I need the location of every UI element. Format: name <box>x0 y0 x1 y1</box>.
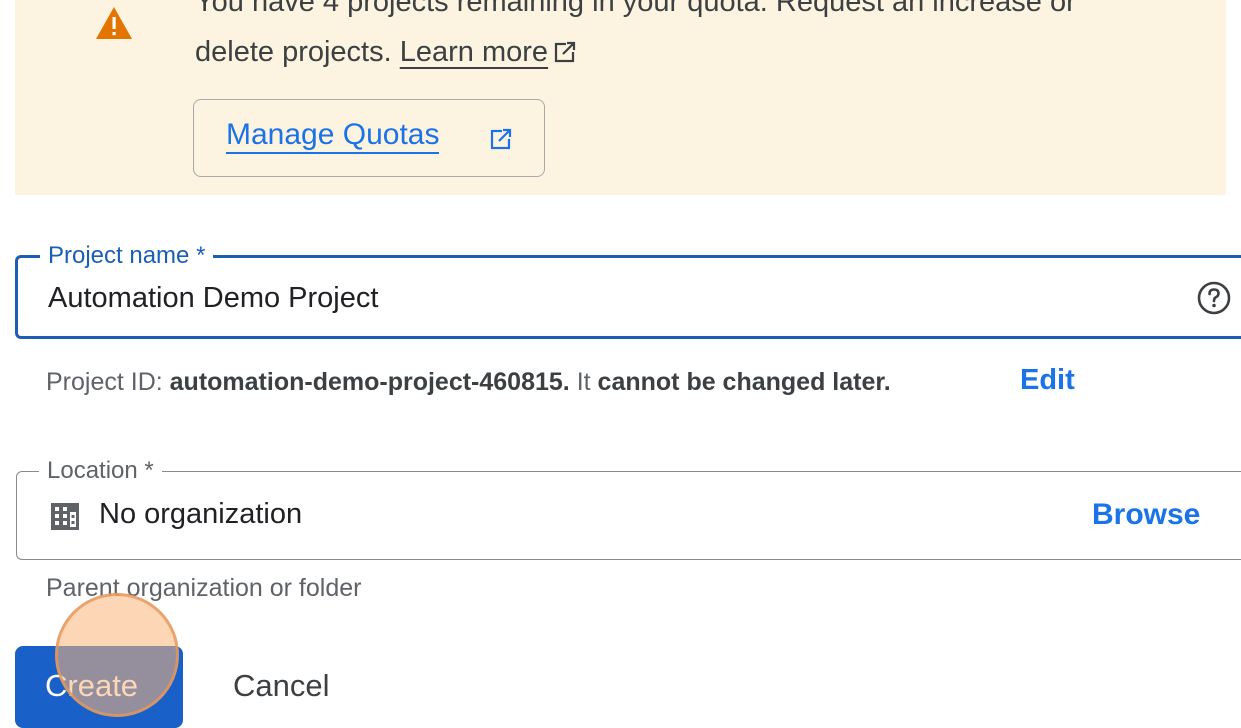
location-label: Location * <box>39 456 162 486</box>
project-id-warning: cannot be changed later. <box>597 368 891 396</box>
location-hint: Parent organization or folder <box>46 574 362 602</box>
project-name-input[interactable]: Automation Demo Project <box>48 282 378 315</box>
cancel-button-label: Cancel <box>233 668 330 703</box>
cancel-button[interactable]: Cancel <box>215 646 365 728</box>
project-name-label: Project name * <box>40 241 214 271</box>
location-field[interactable]: Location * No organization Browse <box>16 456 1241 560</box>
browse-button[interactable]: Browse <box>1092 498 1200 532</box>
quota-message-text: delete projects. <box>195 36 400 68</box>
location-value: No organization <box>99 498 303 530</box>
project-name-field[interactable]: Project name * Automation Demo Project <box>15 241 1241 339</box>
create-button-label: Create <box>45 668 139 703</box>
create-button[interactable]: Create <box>15 646 183 728</box>
external-link-icon <box>490 128 512 150</box>
project-id-hint: Project ID: automation-demo-project-4608… <box>46 368 891 397</box>
external-link-icon[interactable] <box>554 41 577 63</box>
quota-message-line2: delete projects. Learn more <box>195 36 577 69</box>
edit-project-id-button[interactable]: Edit <box>1020 364 1075 397</box>
warning-icon <box>96 7 132 39</box>
manage-quotas-label: Manage Quotas <box>226 118 440 154</box>
quota-message-line1: You have 4 projects remaining in your qu… <box>195 0 1076 18</box>
building-icon <box>51 503 79 530</box>
manage-quotas-button[interactable]: Manage Quotas <box>193 99 545 177</box>
quota-warning-banner: You have 4 projects remaining in your qu… <box>15 0 1226 195</box>
project-id-middle: It <box>569 368 598 396</box>
learn-more-link[interactable]: Learn more <box>400 36 548 68</box>
project-id-value: automation-demo-project-460815. <box>169 368 570 396</box>
project-id-prefix: Project ID: <box>46 368 170 396</box>
help-icon[interactable] <box>1196 280 1232 316</box>
